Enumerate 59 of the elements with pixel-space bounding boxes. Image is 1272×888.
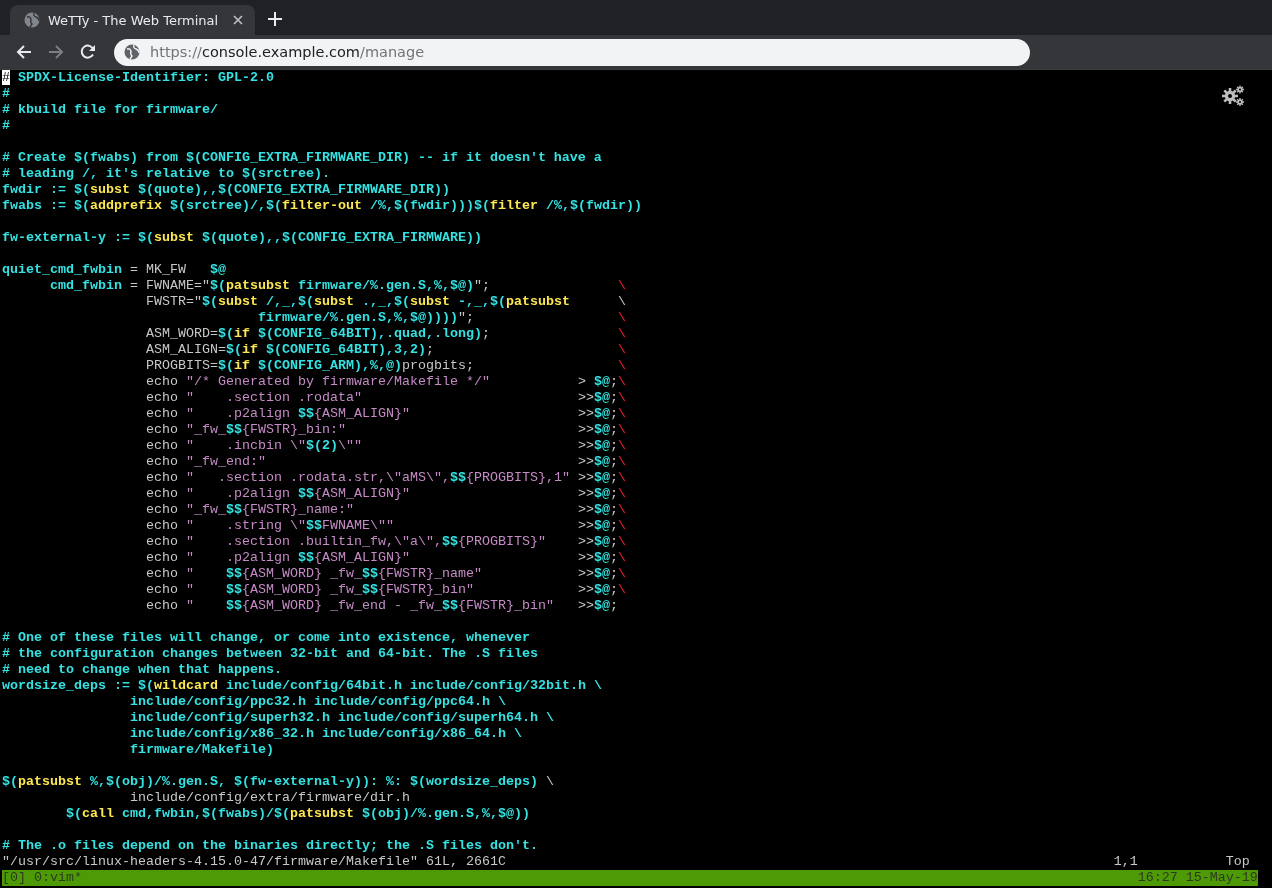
code-line: # kbuild file for firmware/ (2, 102, 218, 118)
globe-icon (24, 12, 40, 28)
code-line: echo " .section .rodata.str,\"aMS\",$${PROGBITS},1" >>$@;\ (144, 470, 626, 486)
code-line: quiet_cmd_fwbin = MK_FW $@ (2, 262, 226, 278)
code-line: PROGBITS=$(if $(CONFIG_ARM),%,@)progbits; \ (144, 358, 626, 374)
code-line: cmd_fwbin = FWNAME="$(patsubst firmware/%.gen.S,%,$@)"; \ (49, 278, 626, 294)
code-line: echo " $${ASM_WORD} _fw_$${FWSTR}_name" >>$@;\ (144, 566, 626, 582)
cursor-position: 1,1 (1113, 854, 1139, 870)
code-line: firmware/%.gen.S,%,$@))))"; \ (256, 310, 626, 326)
code-line: # (2, 86, 10, 102)
code-line: ASM_WORD=$(if $(CONFIG_64BIT),.quad,.long); \ (144, 326, 626, 342)
forward-icon (47, 43, 65, 61)
code-line: include/config/superh32.h include/config/superh64.h \ (128, 710, 554, 726)
code-line: echo " .p2align $${ASM_ALIGN}" >>$@;\ (144, 406, 626, 422)
code-line: # One of these files will change, or come into existence, whenever (2, 630, 530, 646)
code-line: fwdir := $(subst $(quote),,$(CONFIG_EXTRA_FIRMWARE_DIR)) (2, 182, 450, 198)
code-line: echo " $${ASM_WORD} _fw_$${FWSTR}_bin" >>$@;\ (144, 582, 626, 598)
code-line: echo " .p2align $${ASM_ALIGN}" >>$@;\ (144, 486, 626, 502)
settings-icon[interactable] (1222, 85, 1244, 106)
code-line: # leading /, it's relative to $(srctree). (2, 166, 330, 182)
code-line: ASM_ALIGN=$(if $(CONFIG_64BIT),3,2); \ (144, 342, 626, 358)
code-line: $(call cmd,fwbin,$(fwabs)/$(patsubst $(obj)/%.gen.S,%,$@)) (65, 806, 530, 822)
code-line: include/config/x86_32.h include/config/x86_64.h \ (128, 726, 522, 742)
code-line: # SPDX-License-Identifier: GPL-2.0 (2, 70, 274, 86)
code-line: echo "_fw_$${FWSTR}_name:" >>$@;\ (144, 502, 626, 518)
globe-icon[interactable] (124, 44, 140, 60)
code-line: echo "_fw_end:" >>$@;\ (144, 454, 626, 470)
back-icon (15, 43, 33, 61)
code-line: echo " .incbin \"$(2)\"" >>$@;\ (144, 438, 626, 454)
clock: 16:27 15-May-19 (1137, 870, 1258, 886)
address-bar[interactable]: https://console.example.com/manage (114, 38, 1030, 66)
code-line: fw-external-y := $(subst $(quote),,$(CONFIG_EXTRA_FIRMWARE)) (2, 230, 482, 246)
code-line: # The .o files depend on the binaries directly; the .S files don't. (2, 838, 538, 854)
new-tab-icon[interactable] (268, 12, 282, 26)
code-line: # Create $(fwabs) from $(CONFIG_EXTRA_FIRMWARE_DIR) -- if it doesn't have a (2, 150, 602, 166)
code-line: firmware/Makefile) (128, 742, 274, 758)
code-line: include/config/ppc32.h include/config/ppc64.h \ (128, 694, 506, 710)
code-line: # (2, 118, 10, 134)
status-message: "/usr/src/linux-headers-4.15.0-47/firmware/Makefile" 61L, 2661C (2, 854, 507, 870)
code-line: fwabs := $(addprefix $(srctree)/,$(filter-out /%,$(fwdir)))$(filter /%,$(fwdir)) (2, 198, 642, 214)
close-icon[interactable] (233, 15, 243, 25)
code-line: # need to change when that happens. (2, 662, 282, 678)
code-line: wordsize_deps := $(wildcard include/config/64bit.h include/config/32bit.h \ (2, 678, 602, 694)
code-line: include/config/extra/firmware/dir.h (128, 790, 410, 806)
code-line: # the configuration changes between 32-bit and 64-bit. The .S files (2, 646, 538, 662)
reload-icon (79, 43, 97, 61)
code-line: $(patsubst %,$(obj)/%.gen.S, $(fw-external-y)): %: $(wordsize_deps) \ (2, 774, 554, 790)
scroll-position: Top (1225, 854, 1251, 870)
url-text: https://console.example.com/manage (150, 44, 425, 60)
code-line: echo " .section .builtin_fw,\"a\",$${PROGBITS}" >>$@;\ (144, 534, 626, 550)
code-line: echo " .p2align $${ASM_ALIGN}" >>$@;\ (144, 550, 626, 566)
window-list: [0] 0:vim* (2, 870, 82, 886)
code-line: echo " $${ASM_WORD} _fw_end - _fw_$${FWSTR}_bin" >>$@; (144, 598, 618, 614)
code-line: FWSTR="$(subst /,_,$(subst .,_,$(subst -,_,$(patsubst \ (144, 294, 626, 310)
code-line: echo " .string \"$$FWNAME\"" >>$@;\ (144, 518, 626, 534)
code-line: echo "_fw_$${FWSTR}_bin:" >>$@;\ (144, 422, 626, 438)
code-line: echo "/* Generated by firmware/Makefile */" > $@;\ (144, 374, 626, 390)
browser-tab[interactable]: WeTTy - The Web Terminal (10, 5, 255, 35)
code-line: echo " .section .rodata" >>$@;\ (144, 390, 626, 406)
